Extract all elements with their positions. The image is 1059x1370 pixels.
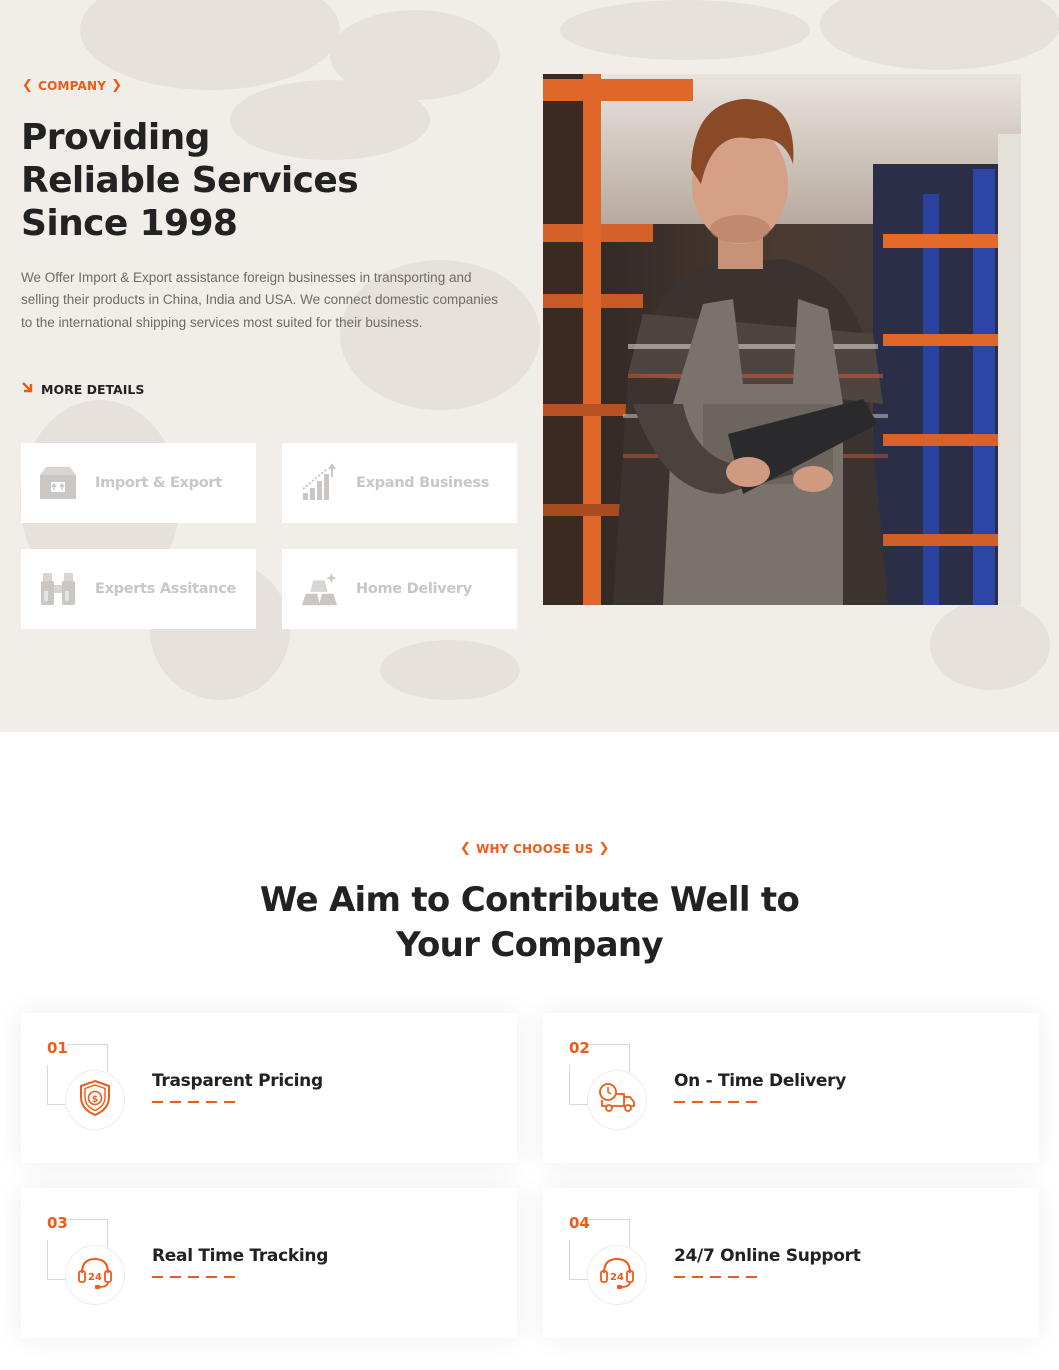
- binoculars-icon: [38, 569, 78, 609]
- svg-text:$: $: [92, 1095, 98, 1105]
- arrow-down-right-icon: [21, 381, 33, 397]
- company-description: We Offer Import & Export assistance fore…: [21, 270, 499, 330]
- gold-bars-icon: [299, 569, 339, 609]
- company-title-line: Reliable Services: [21, 160, 359, 201]
- company-eyebrow-label: COMPANY: [38, 78, 107, 93]
- chevron-right-icon: ❯: [111, 78, 123, 93]
- number-frame-right: [107, 1219, 108, 1247]
- feature-number: 03: [47, 1214, 68, 1232]
- more-details-label: MORE DETAILS: [41, 381, 145, 397]
- service-card-import-export[interactable]: Import & Export: [21, 443, 256, 523]
- number-frame-bottom: [569, 1104, 589, 1105]
- more-details-link[interactable]: MORE DETAILS: [21, 381, 144, 397]
- feature-card-real-time-tracking[interactable]: 03 24 Real Time Tracking: [21, 1188, 517, 1338]
- feature-icon-circle: [587, 1070, 647, 1130]
- feature-underline: [674, 1101, 760, 1103]
- feature-icon-circle: $: [65, 1070, 125, 1130]
- feature-number: 04: [569, 1214, 590, 1232]
- feature-title: On - Time Delivery: [674, 1071, 847, 1091]
- number-frame-left: [569, 1065, 570, 1105]
- service-label: Import & Export: [95, 475, 222, 491]
- why-eyebrow-label: WHY CHOOSE US: [476, 841, 594, 856]
- svg-text:24: 24: [88, 1272, 102, 1283]
- service-card-experts-assistance[interactable]: Experts Assitance: [21, 549, 256, 629]
- number-frame-left: [47, 1240, 48, 1280]
- number-frame-bottom: [569, 1279, 589, 1280]
- why-title: We Aim to Contribute Well to Your Compan…: [0, 878, 1059, 968]
- company-title-line: Since 1998: [21, 203, 238, 244]
- number-frame-left: [569, 1240, 570, 1280]
- feature-title: Real Time Tracking: [152, 1246, 329, 1266]
- feature-underline: [152, 1276, 238, 1278]
- number-frame-bottom: [47, 1104, 67, 1105]
- feature-card-on-time-delivery[interactable]: 02 On - Time Delivery: [543, 1013, 1039, 1163]
- company-title-line: Providing: [21, 117, 210, 158]
- growth-chart-icon: [299, 463, 339, 503]
- number-frame-right: [107, 1044, 108, 1072]
- service-label: Experts Assitance: [95, 581, 237, 597]
- feature-title: Trasparent Pricing: [152, 1071, 323, 1091]
- feature-number: 02: [569, 1039, 590, 1057]
- why-eyebrow: ❮ WHY CHOOSE US ❯: [460, 841, 610, 856]
- company-section: ❮ COMPANY ❯ Providing Reliable Services …: [0, 0, 1059, 732]
- service-label: Expand Business: [356, 475, 490, 491]
- feature-underline: [152, 1101, 238, 1103]
- delivery-truck-icon: [598, 1082, 636, 1118]
- feature-underline: [674, 1276, 760, 1278]
- company-title: Providing Reliable Services Since 1998: [21, 116, 441, 245]
- number-frame-bottom: [47, 1279, 67, 1280]
- why-title-line: Your Company: [396, 925, 663, 965]
- feature-number: 01: [47, 1039, 68, 1057]
- chevron-right-icon: ❯: [598, 841, 610, 856]
- company-eyebrow: ❮ COMPANY ❯: [22, 78, 122, 93]
- svg-text:24: 24: [610, 1272, 624, 1283]
- service-label: Home Delivery: [356, 581, 472, 597]
- number-frame-left: [47, 1065, 48, 1105]
- feature-icon-circle: 24: [65, 1245, 125, 1305]
- number-frame-right: [629, 1044, 630, 1072]
- box-icon: [38, 463, 78, 503]
- chevron-left-icon: ❮: [22, 78, 34, 93]
- feature-card-transparent-pricing[interactable]: 01 $ Trasparent Pricing: [21, 1013, 517, 1163]
- warehouse-worker-photo: [543, 74, 1021, 605]
- headset-24-icon: 24: [599, 1255, 635, 1295]
- shield-dollar-icon: $: [78, 1079, 112, 1121]
- feature-title: 24/7 Online Support: [674, 1246, 861, 1266]
- number-frame-right: [629, 1219, 630, 1247]
- feature-card-online-support[interactable]: 04 24 24/7 Online Support: [543, 1188, 1039, 1338]
- headset-24-icon: 24: [77, 1255, 113, 1295]
- chevron-left-icon: ❮: [460, 841, 472, 856]
- feature-icon-circle: 24: [587, 1245, 647, 1305]
- service-card-home-delivery[interactable]: Home Delivery: [282, 549, 517, 629]
- why-title-line: We Aim to Contribute Well to: [259, 880, 800, 920]
- service-card-expand-business[interactable]: Expand Business: [282, 443, 517, 523]
